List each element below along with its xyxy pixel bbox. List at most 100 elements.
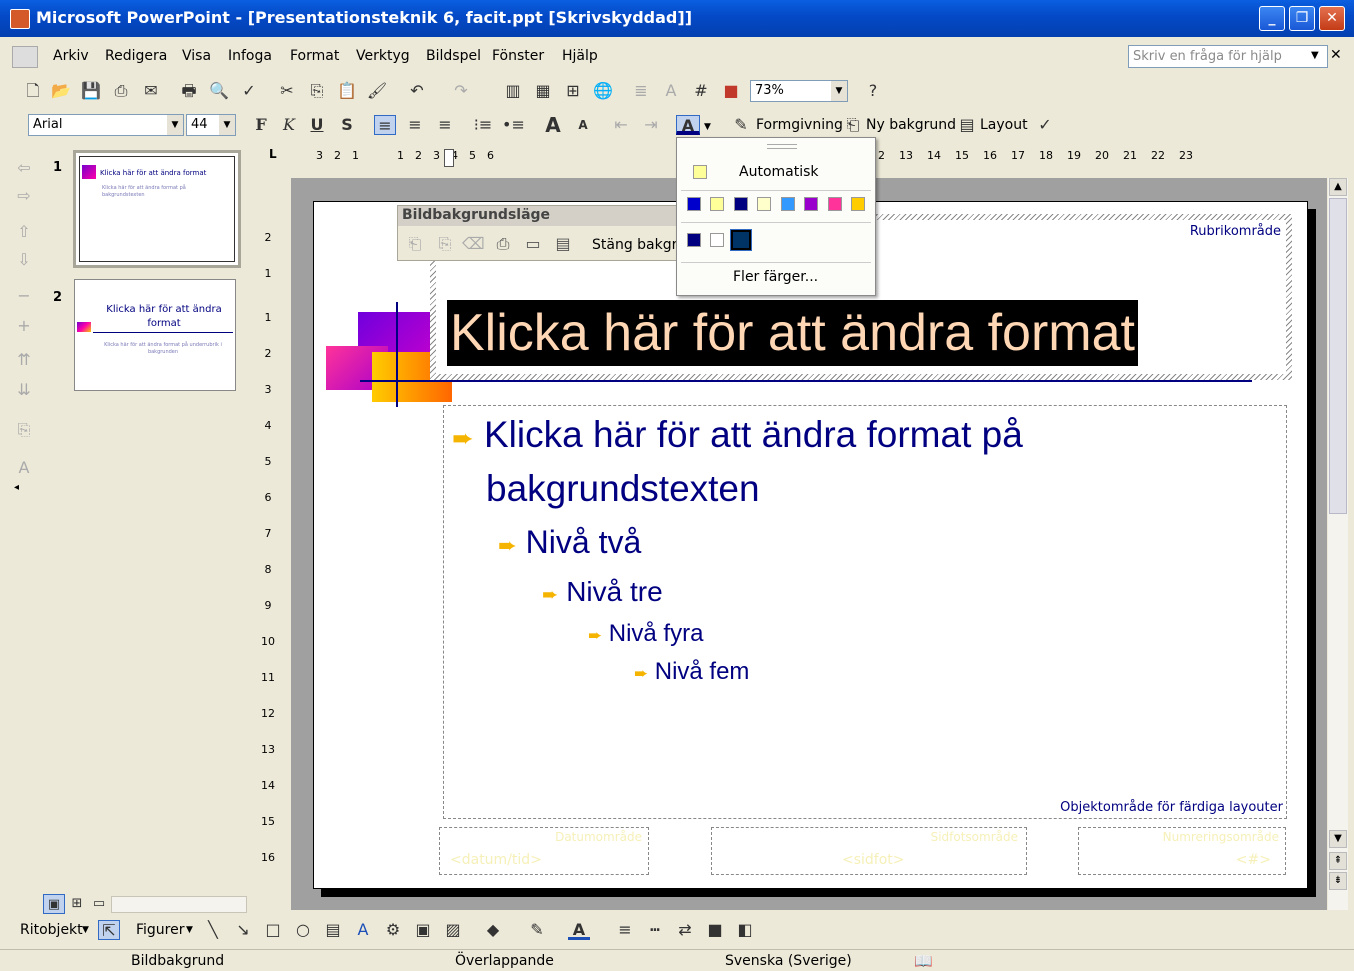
insert-new-slide-master-icon[interactable]: ⎗	[404, 234, 426, 254]
collapse-all-icon[interactable]: ⇈	[13, 350, 35, 370]
copy-icon[interactable]: ⎘	[306, 81, 328, 101]
redo-icon[interactable]: ↷	[450, 81, 472, 101]
underline-button[interactable]: U	[306, 115, 328, 135]
doc-close-button[interactable]: ✕	[1330, 47, 1342, 63]
insert-picture-icon[interactable]: ▨	[442, 920, 464, 940]
permission-icon[interactable]: ⎙	[110, 81, 132, 101]
thumb-hscrollbar[interactable]	[111, 896, 247, 913]
slide-title-text[interactable]: Klicka här för att ändra format	[447, 300, 1138, 366]
font-color-draw-icon[interactable]: A	[568, 920, 590, 940]
new-slide-icon[interactable]: ⎗	[842, 115, 864, 135]
move-down-icon[interactable]: ⇩	[13, 250, 35, 270]
move-up-icon[interactable]: ⇧	[13, 222, 35, 242]
menu-arkiv[interactable]: Arkiv	[53, 48, 89, 64]
line-style-icon[interactable]: ≡	[614, 920, 636, 940]
print-preview-icon[interactable]: 🔍	[208, 81, 230, 101]
draw-dropdown-icon[interactable]: ▼	[82, 925, 89, 935]
insert-table-icon[interactable]: ▦	[532, 81, 554, 101]
tasks-icon[interactable]: ✓	[1034, 115, 1056, 135]
more-colors-option[interactable]: Fler färger...	[733, 269, 818, 285]
demote-icon[interactable]: ⇨	[13, 186, 35, 206]
show-formatting-outline-icon[interactable]: A	[13, 458, 35, 478]
scheme-color-3[interactable]	[734, 197, 748, 211]
slideshow-icon[interactable]: ▭	[88, 894, 110, 914]
font-color-palette[interactable]: Automatisk Fler färger...	[676, 137, 876, 296]
wordart-icon[interactable]: A	[352, 920, 374, 940]
autoshapes-dropdown-icon[interactable]: ▼	[186, 925, 193, 935]
show-grid-icon[interactable]: #	[690, 81, 712, 101]
minimize-button[interactable]: _	[1259, 6, 1285, 31]
promote-icon[interactable]: ⇦	[13, 158, 35, 178]
expand-all-icon[interactable]: ≣	[630, 81, 652, 101]
help-search-input[interactable]: Skriv en fråga för hjälp	[1128, 45, 1328, 68]
restore-button[interactable]: ❐	[1289, 6, 1315, 31]
undo-icon[interactable]: ↶	[406, 81, 428, 101]
number-placeholder[interactable]: Numreringsområde <#>	[1078, 827, 1286, 875]
numbering-icon[interactable]: ⁝≡	[472, 115, 494, 135]
increase-font-icon[interactable]: A	[542, 115, 564, 135]
design-icon[interactable]: ✎	[730, 115, 752, 135]
font-size-select[interactable]: 44 ▼	[186, 114, 236, 136]
recent-color-1[interactable]	[687, 233, 701, 247]
draw-menu-button[interactable]: Ritobjekt	[20, 922, 83, 938]
diagram-icon[interactable]: ⚙	[382, 920, 404, 940]
menu-bildspel[interactable]: Bildspel	[426, 48, 481, 64]
date-placeholder[interactable]: Datumområde <datum/tid>	[439, 827, 649, 875]
tab-selector-icon[interactable]: L	[269, 147, 277, 161]
spellcheck-status-icon[interactable]: 📖	[914, 952, 933, 970]
next-slide-button[interactable]: ⇟	[1329, 872, 1347, 890]
oval-icon[interactable]: ○	[292, 920, 314, 940]
toolbar-more-icon[interactable]: ◂	[14, 482, 19, 493]
decrease-indent-icon[interactable]: ⇤	[610, 115, 632, 135]
font-select[interactable]: Arial ▼	[28, 114, 184, 136]
menu-fonster[interactable]: Fönster	[492, 48, 544, 64]
palette-drag-handle[interactable]	[767, 144, 797, 149]
vertical-scrollbar[interactable]: ▲ ▼ ⇞ ⇟	[1328, 178, 1348, 910]
arrow-style-icon[interactable]: ⇄	[674, 920, 696, 940]
hyperlink-icon[interactable]: 🌐	[592, 81, 614, 101]
collapse-icon[interactable]: −	[13, 286, 35, 306]
slide-master-toolbar[interactable]: Bildbakgrundsläge ⎗ ⎘ ⌫ ⎙ ▭ ▤ Stäng bakg…	[397, 205, 689, 261]
previous-slide-button[interactable]: ⇞	[1329, 852, 1347, 870]
menu-hjalp[interactable]: Hjälp	[562, 48, 598, 64]
expand-all-outline-icon[interactable]: ⇊	[13, 380, 35, 400]
insert-title-master-icon[interactable]: ⎘	[434, 234, 456, 254]
master-layout-icon[interactable]: ▤	[552, 234, 574, 254]
decrease-font-icon[interactable]: A	[572, 115, 594, 135]
fill-color-icon[interactable]: ◆	[482, 920, 504, 940]
design-button[interactable]: Formgivning	[756, 117, 843, 133]
delete-master-icon[interactable]: ⌫	[462, 234, 485, 254]
size-dropdown-icon[interactable]: ▼	[219, 115, 235, 135]
new-icon[interactable]: 🗋	[22, 81, 44, 101]
paste-icon[interactable]: 📋	[336, 81, 358, 101]
scheme-color-1[interactable]	[687, 197, 701, 211]
layout-button[interactable]: Layout	[980, 117, 1028, 133]
new-background-button[interactable]: Ny bakgrund	[866, 117, 956, 133]
print-icon[interactable]: 🖶	[178, 81, 200, 101]
body-level2[interactable]: ➨ Nivå två	[498, 524, 641, 561]
menu-verktyg[interactable]: Verktyg	[356, 48, 410, 64]
font-color-dropdown-icon[interactable]: ▼	[704, 122, 711, 132]
expand-icon[interactable]: +	[13, 316, 35, 336]
scheme-color-5[interactable]	[781, 197, 795, 211]
font-color-button[interactable]: A	[676, 115, 700, 135]
show-formatting-icon[interactable]: A	[660, 81, 682, 101]
scheme-color-8[interactable]	[851, 197, 865, 211]
save-icon[interactable]: 💾	[80, 81, 102, 101]
scheme-color-6[interactable]	[804, 197, 818, 211]
menu-format[interactable]: Format	[290, 48, 339, 64]
open-icon[interactable]: 📂	[50, 81, 72, 101]
align-left-icon[interactable]: ≡	[374, 115, 396, 135]
3d-style-icon[interactable]: ◧	[734, 920, 756, 940]
menu-redigera[interactable]: Redigera	[105, 48, 167, 64]
cut-icon[interactable]: ✂	[276, 81, 298, 101]
rename-master-icon[interactable]: ▭	[522, 234, 544, 254]
shadow-button[interactable]: S	[336, 115, 358, 135]
email-icon[interactable]: ✉	[140, 81, 162, 101]
slide-thumbnail-2[interactable]: Klicka här för att ändra format Klicka h…	[74, 279, 236, 391]
line-color-icon[interactable]: ✎	[526, 920, 548, 940]
slide-sorter-icon[interactable]: ⊞	[66, 894, 88, 914]
indent-marker[interactable]	[444, 149, 454, 167]
bullets-icon[interactable]: •≡	[502, 115, 525, 135]
body-level4[interactable]: ➨ Nivå fyra	[588, 620, 703, 648]
